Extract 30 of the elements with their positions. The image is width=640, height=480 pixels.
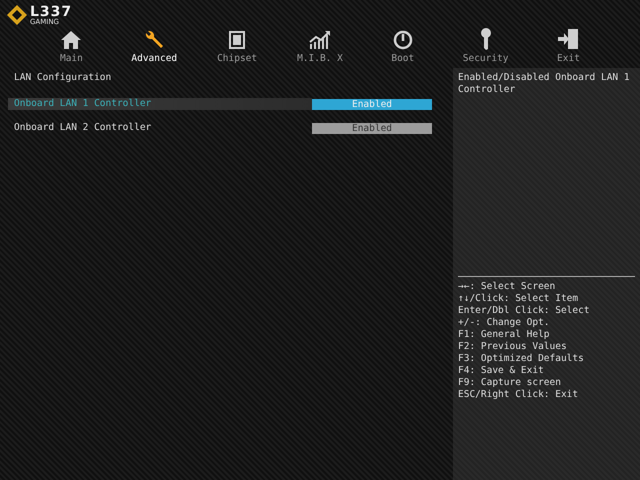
house-icon: [60, 30, 82, 50]
key-hint: Enter/Dbl Click: Select: [458, 305, 591, 317]
key-hint: ESC/Right Click: Exit: [458, 389, 580, 401]
section-title: LAN Configuration: [14, 72, 112, 84]
menu-tab[interactable]: Chipset: [202, 26, 272, 66]
setting-value[interactable]: Enabled: [312, 122, 432, 134]
wrench-icon: [143, 30, 166, 50]
door-exit-icon: [556, 28, 580, 50]
logo-brand: L337: [30, 4, 72, 18]
menu-tab[interactable]: Boot: [368, 26, 438, 66]
menu-tab[interactable]: Security: [450, 26, 521, 66]
key-hint: +/-: Change Opt.: [458, 317, 551, 329]
key-hint: F2: Previous Values: [458, 341, 568, 353]
key-hint: F4: Save & Exit: [458, 365, 545, 377]
menu-tab[interactable]: Main: [36, 26, 106, 66]
menu-tab[interactable]: Advanced: [119, 26, 190, 66]
logo-icon: [6, 4, 28, 26]
key-hint: F9: Capture screen: [458, 377, 562, 389]
menu-tab[interactable]: M.I.B. X: [284, 26, 355, 66]
power-icon: [392, 30, 414, 50]
key-hint: →←: Select Screen: [458, 281, 556, 293]
key-hint: F1: General Help: [458, 329, 551, 341]
key-icon: [478, 28, 493, 50]
setting-label[interactable]: Onboard LAN 2 Controller: [8, 122, 312, 134]
key-hint: F3: Optimized Defaults: [458, 353, 585, 365]
help-description: Enabled/Disabled Onboard LAN 1 Controller: [458, 72, 631, 97]
menu-tab[interactable]: Exit: [533, 26, 604, 66]
rising-chart-icon: [308, 30, 332, 50]
key-hint: ↑↓/Click: Select Item: [458, 293, 580, 305]
setting-label[interactable]: Onboard LAN 1 Controller: [8, 98, 312, 110]
